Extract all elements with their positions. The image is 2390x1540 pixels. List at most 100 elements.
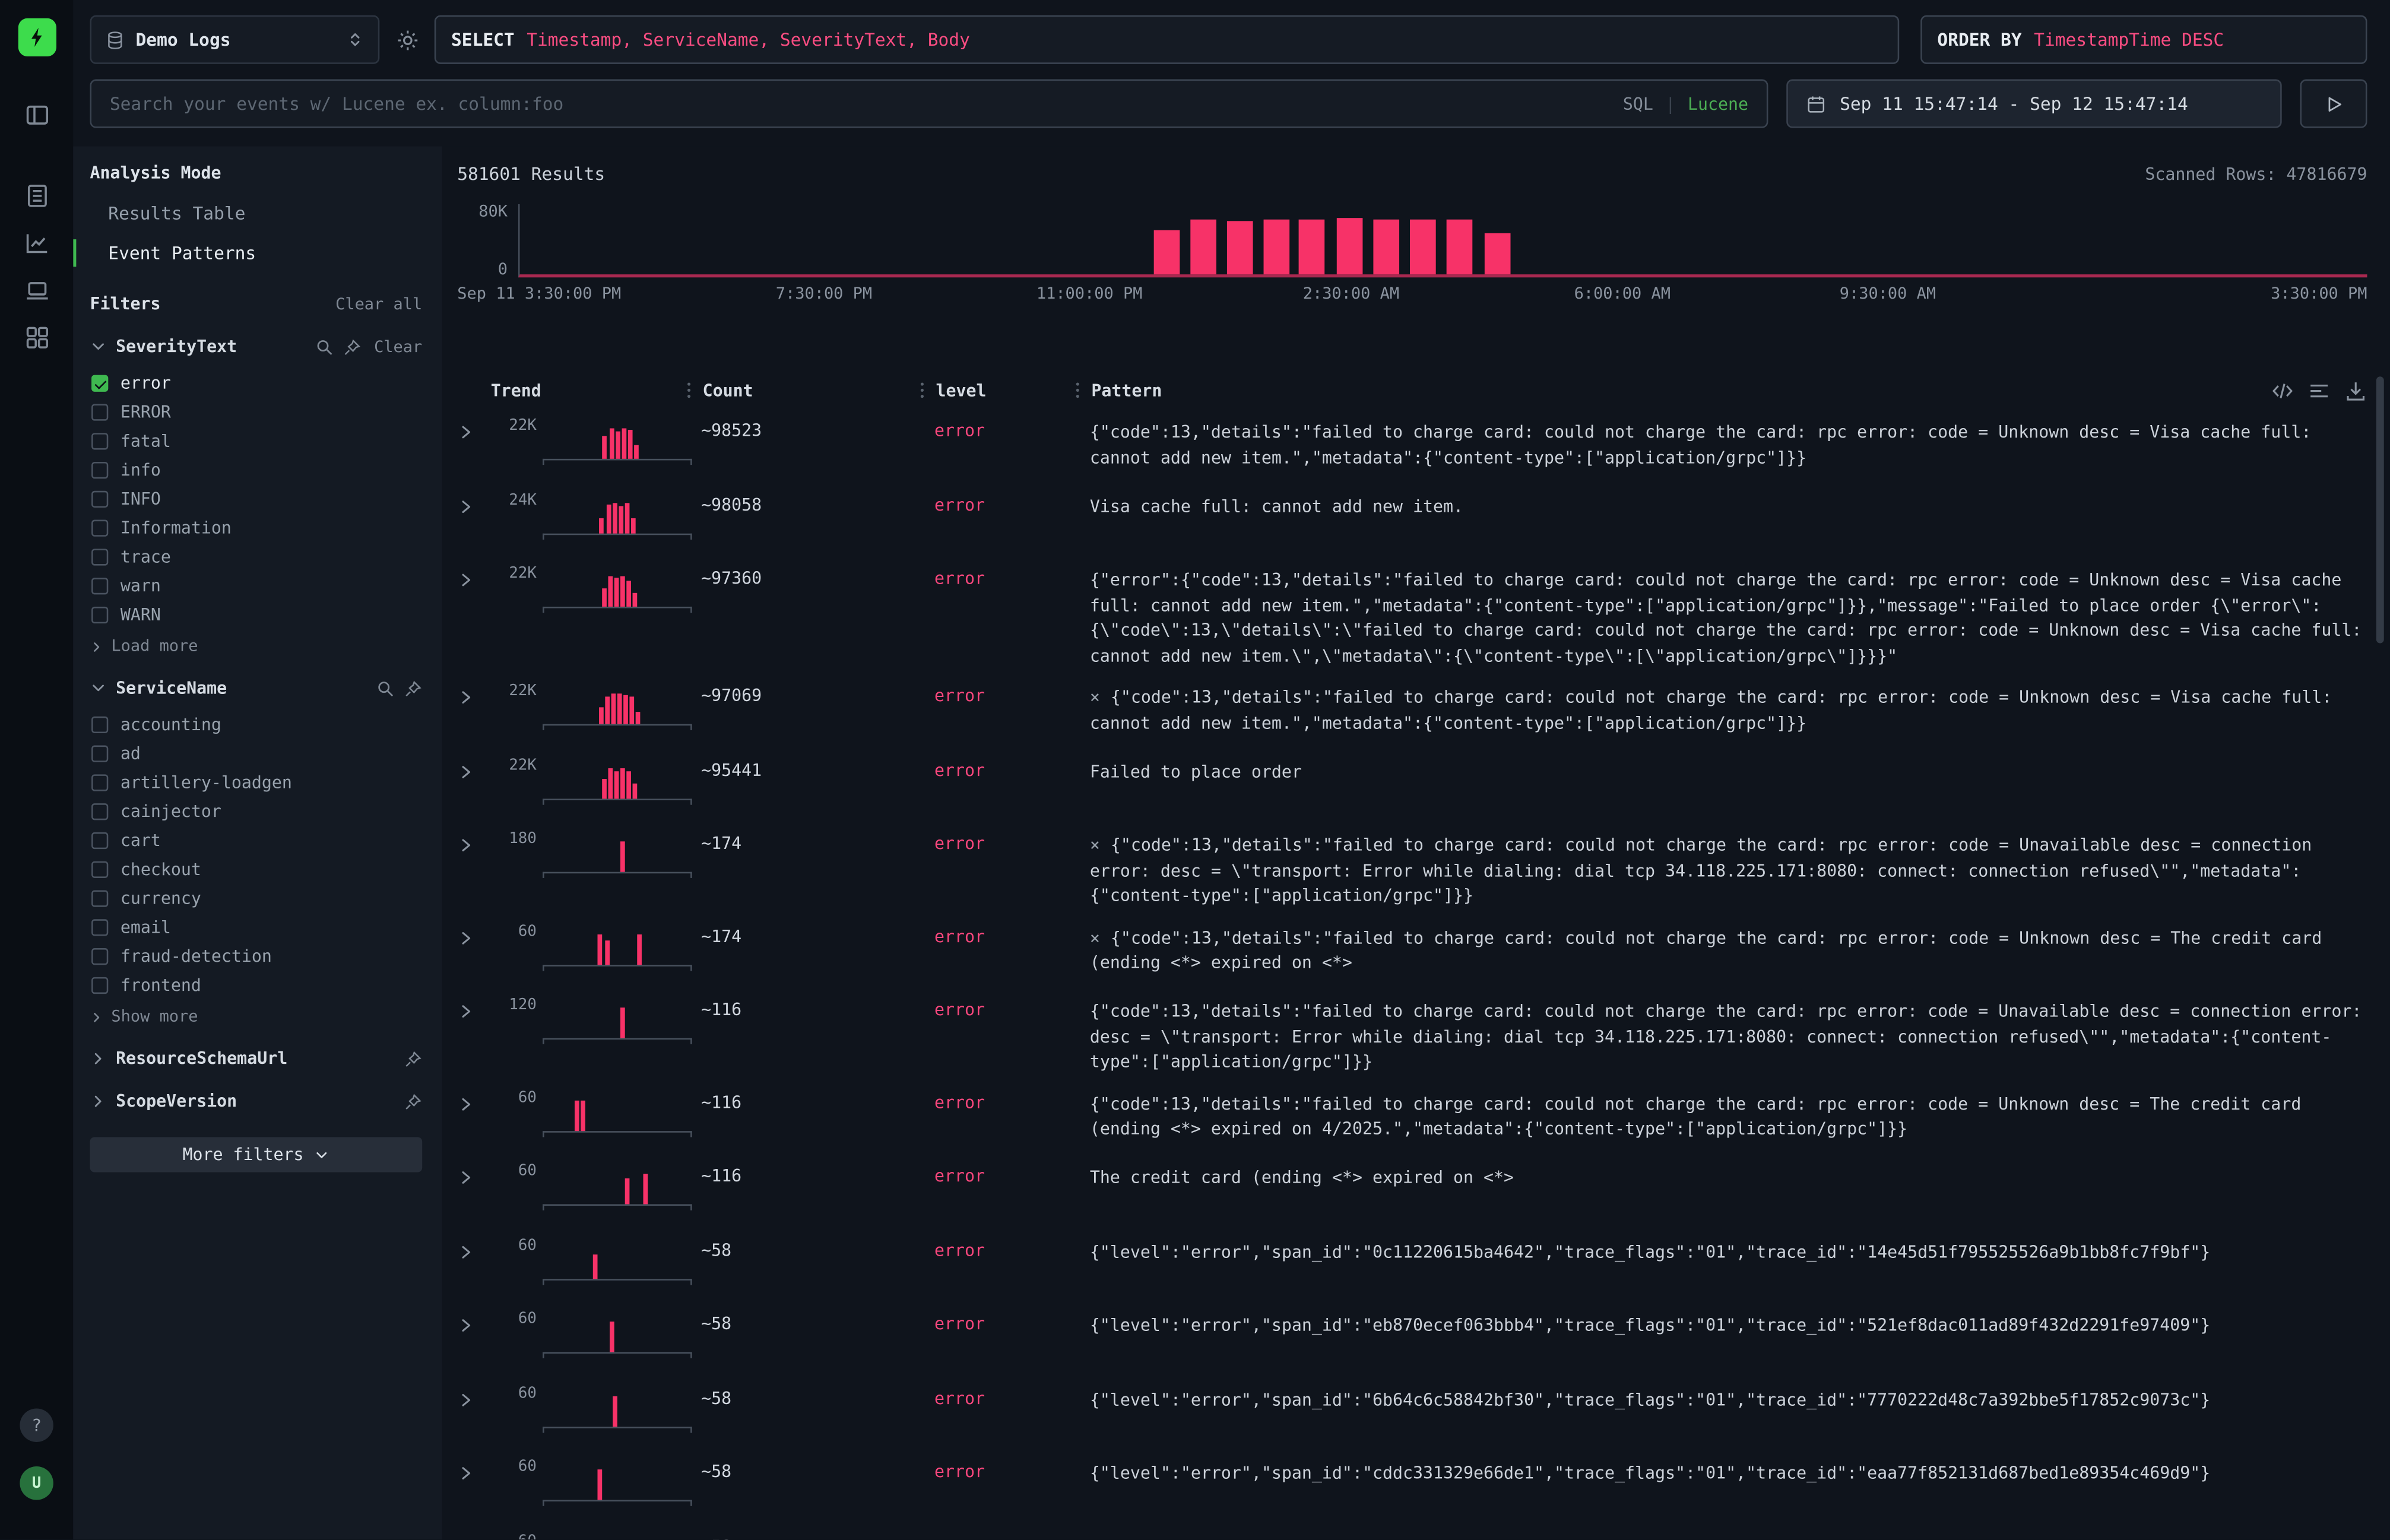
- chart-icon[interactable]: [15, 221, 58, 264]
- column-header-level[interactable]: level: [936, 381, 987, 400]
- analysis-mode-results-table[interactable]: Results Table: [90, 197, 422, 230]
- pin-icon[interactable]: [404, 1092, 422, 1111]
- histogram-bar[interactable]: [1373, 220, 1399, 274]
- table-row[interactable]: 22K~95441errorFailed to place order: [457, 747, 2367, 822]
- filter-option-trace[interactable]: trace: [91, 543, 422, 572]
- app-logo[interactable]: [18, 18, 56, 56]
- logs-icon[interactable]: [15, 174, 58, 217]
- pin-icon[interactable]: [344, 338, 362, 356]
- expand-row-icon[interactable]: [457, 493, 490, 515]
- table-row[interactable]: 60~58error{"level":"error","span_id":"33…: [457, 1523, 2367, 1539]
- table-row[interactable]: 60~58error{"level":"error","span_id":"cd…: [457, 1450, 2367, 1524]
- filter-option-fraud-detection[interactable]: fraud-detection: [91, 942, 422, 971]
- pin-icon[interactable]: [404, 679, 422, 698]
- sparkline-chart[interactable]: [543, 567, 692, 608]
- filter-option-cart[interactable]: cart: [91, 826, 422, 855]
- user-avatar[interactable]: U: [20, 1466, 53, 1500]
- source-select[interactable]: Demo Logs: [90, 15, 379, 64]
- exclude-icon[interactable]: ×: [1090, 835, 1100, 855]
- chevron-right-icon[interactable]: [90, 1093, 106, 1110]
- checkbox[interactable]: [91, 462, 108, 479]
- expand-row-icon[interactable]: [457, 685, 490, 706]
- checkbox[interactable]: [91, 375, 108, 392]
- checkbox[interactable]: [91, 607, 108, 623]
- pin-icon[interactable]: [404, 1050, 422, 1068]
- filter-option-info[interactable]: info: [91, 456, 422, 485]
- table-row[interactable]: 24K~98058errorVisa cache full: cannot ad…: [457, 483, 2367, 557]
- sidebar-toggle-icon[interactable]: [15, 93, 58, 136]
- table-row[interactable]: 60~116error{"code":13,"details":"failed …: [457, 1080, 2367, 1154]
- expand-row-icon[interactable]: [457, 567, 490, 588]
- expand-row-icon[interactable]: [457, 999, 490, 1020]
- checkbox[interactable]: [91, 746, 108, 762]
- search-icon[interactable]: [376, 679, 395, 698]
- checkbox[interactable]: [91, 578, 108, 594]
- time-range-picker[interactable]: Sep 11 15:47:14 - Sep 12 15:47:14: [1786, 80, 2281, 128]
- expand-row-icon[interactable]: [457, 1238, 490, 1260]
- sparkline-chart[interactable]: [543, 1165, 692, 1206]
- scrollbar-thumb[interactable]: [2376, 376, 2384, 643]
- column-resize-handle[interactable]: [687, 382, 690, 398]
- sparkline-chart[interactable]: [543, 419, 692, 460]
- sparkline-chart[interactable]: [543, 758, 692, 799]
- filter-option-INFO[interactable]: INFO: [91, 484, 422, 514]
- download-icon[interactable]: [2344, 379, 2367, 402]
- histogram-bar[interactable]: [1484, 233, 1510, 275]
- sparkline-chart[interactable]: [543, 685, 692, 725]
- column-header-trend[interactable]: Trend: [491, 381, 541, 400]
- expand-row-icon[interactable]: [457, 1534, 490, 1539]
- filter-option-WARN[interactable]: WARN: [91, 601, 422, 630]
- help-button[interactable]: ?: [20, 1408, 53, 1441]
- filter-option-accounting[interactable]: accounting: [91, 711, 422, 740]
- clear-all-filters-button[interactable]: Clear all: [335, 295, 422, 313]
- mode-lucene[interactable]: Lucene: [1688, 94, 1748, 113]
- table-row[interactable]: 60~58error{"level":"error","span_id":"eb…: [457, 1302, 2367, 1376]
- histogram-bar[interactable]: [1227, 221, 1253, 274]
- checkbox[interactable]: [91, 520, 108, 537]
- chevron-down-icon[interactable]: [90, 338, 106, 355]
- sparkline-chart[interactable]: [543, 1460, 692, 1501]
- histogram-bar[interactable]: [1447, 219, 1473, 274]
- search-bar[interactable]: SQL | Lucene: [90, 80, 1768, 128]
- filter-option-cainjector[interactable]: cainjector: [91, 797, 422, 826]
- checkbox[interactable]: [91, 948, 108, 965]
- mode-sql[interactable]: SQL: [1623, 94, 1653, 113]
- checkbox[interactable]: [91, 803, 108, 820]
- resource-schema-url-section[interactable]: ResourceSchemaUrl: [90, 1049, 422, 1069]
- line-wrap-icon[interactable]: [2307, 379, 2331, 402]
- filter-option-ad[interactable]: ad: [91, 739, 422, 768]
- sparkline-chart[interactable]: [543, 1091, 692, 1132]
- histogram-bar[interactable]: [1264, 219, 1291, 274]
- checkbox[interactable]: [91, 774, 108, 791]
- histogram-plot[interactable]: [518, 204, 2367, 277]
- chevron-down-icon[interactable]: [90, 680, 106, 696]
- histogram-bar[interactable]: [1299, 220, 1326, 274]
- sparkline-chart[interactable]: [543, 1386, 692, 1427]
- checkbox[interactable]: [91, 919, 108, 936]
- column-header-count[interactable]: Count: [703, 381, 753, 400]
- checkbox[interactable]: [91, 404, 108, 420]
- filter-option-email[interactable]: email: [91, 913, 422, 942]
- table-row[interactable]: 60~58error{"level":"error","span_id":"6b…: [457, 1376, 2367, 1450]
- severity-section-header[interactable]: SeverityText Clear: [90, 337, 422, 356]
- filter-option-ERROR[interactable]: ERROR: [91, 398, 422, 427]
- table-row[interactable]: 60~174error×{"code":13,"details":"failed…: [457, 914, 2367, 988]
- analysis-mode-event-patterns[interactable]: Event Patterns: [90, 236, 422, 270]
- service-show-more[interactable]: Show more: [90, 1007, 422, 1026]
- table-row[interactable]: 22K~97360error{"error":{"code":13,"detai…: [457, 556, 2367, 674]
- sparkline-chart[interactable]: [543, 999, 692, 1040]
- expand-row-icon[interactable]: [457, 419, 490, 441]
- expand-row-icon[interactable]: [457, 1460, 490, 1482]
- filter-option-checkout[interactable]: checkout: [91, 855, 422, 884]
- sessions-icon[interactable]: [15, 268, 58, 311]
- checkbox[interactable]: [91, 832, 108, 849]
- histogram-bar[interactable]: [1153, 230, 1180, 274]
- table-row[interactable]: 60~116errorThe credit card (ending <*> e…: [457, 1154, 2367, 1228]
- column-header-pattern[interactable]: Pattern: [1091, 381, 1162, 400]
- checkbox[interactable]: [91, 890, 108, 907]
- code-view-icon[interactable]: [2271, 379, 2294, 402]
- severity-clear-button[interactable]: Clear: [374, 338, 422, 356]
- histogram-bar[interactable]: [1190, 220, 1216, 274]
- checkbox[interactable]: [91, 491, 108, 508]
- filter-option-artillery-loadgen[interactable]: artillery-loadgen: [91, 768, 422, 797]
